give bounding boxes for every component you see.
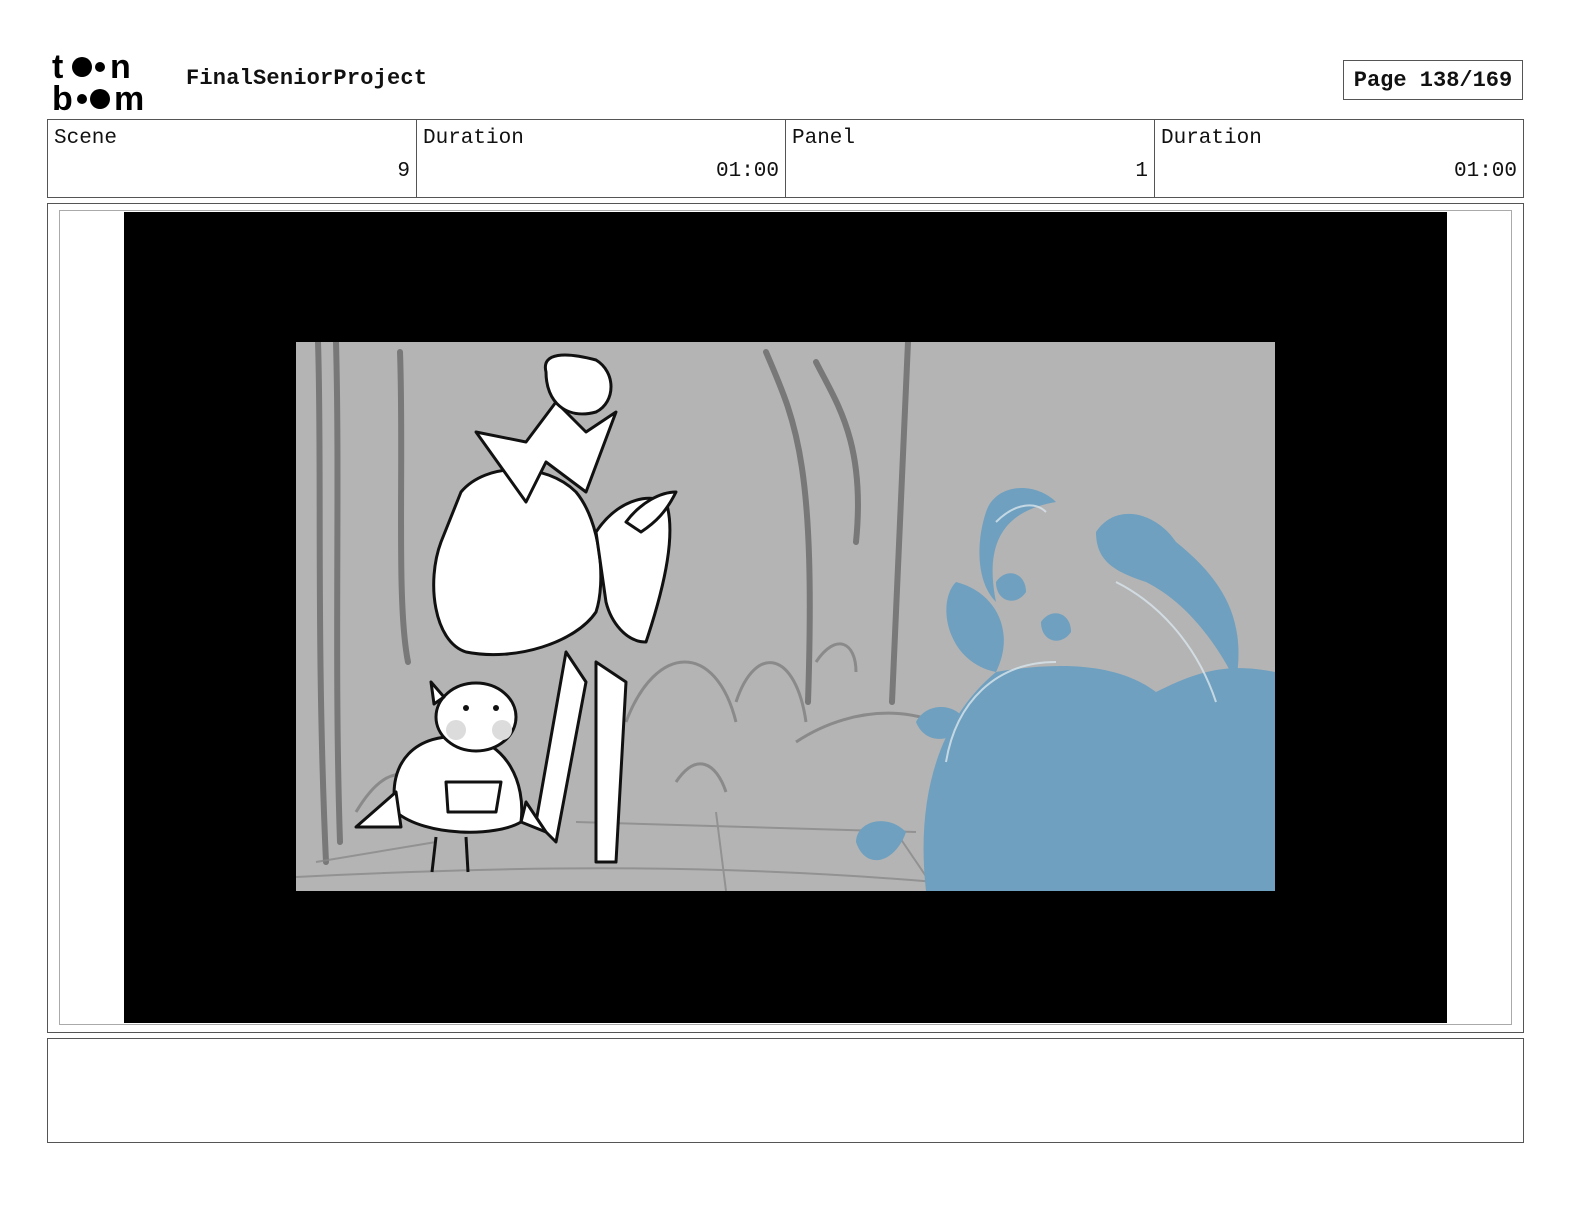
scene-label: Scene <box>54 127 118 150</box>
panel-notes <box>47 1038 1524 1143</box>
scene-duration-value: 01:00 <box>715 160 779 183</box>
panel-duration-label: Duration <box>1161 127 1262 150</box>
project-title: FinalSeniorProject <box>186 66 428 91</box>
svg-text:b: b <box>52 80 73 114</box>
svg-text:m: m <box>114 80 144 114</box>
page-indicator: Page 138/169 <box>1343 60 1523 100</box>
scene-number: 9 <box>397 160 410 183</box>
scene-info-table: Scene 9 Duration 01:00 Panel 1 Duration … <box>47 119 1524 198</box>
storyboard-sketch <box>296 342 1275 891</box>
panel-number: 1 <box>1135 160 1148 183</box>
panel-cell: Panel 1 <box>786 120 1155 197</box>
panel-duration-value: 01:00 <box>1453 160 1517 183</box>
scene-duration-label: Duration <box>423 127 524 150</box>
scene-cell: Scene 9 <box>48 120 417 197</box>
toonboom-logo: t n b m <box>52 48 144 114</box>
panel-label: Panel <box>792 127 856 150</box>
panel-duration-cell: Duration 01:00 <box>1155 120 1523 197</box>
scene-duration-cell: Duration 01:00 <box>417 120 786 197</box>
